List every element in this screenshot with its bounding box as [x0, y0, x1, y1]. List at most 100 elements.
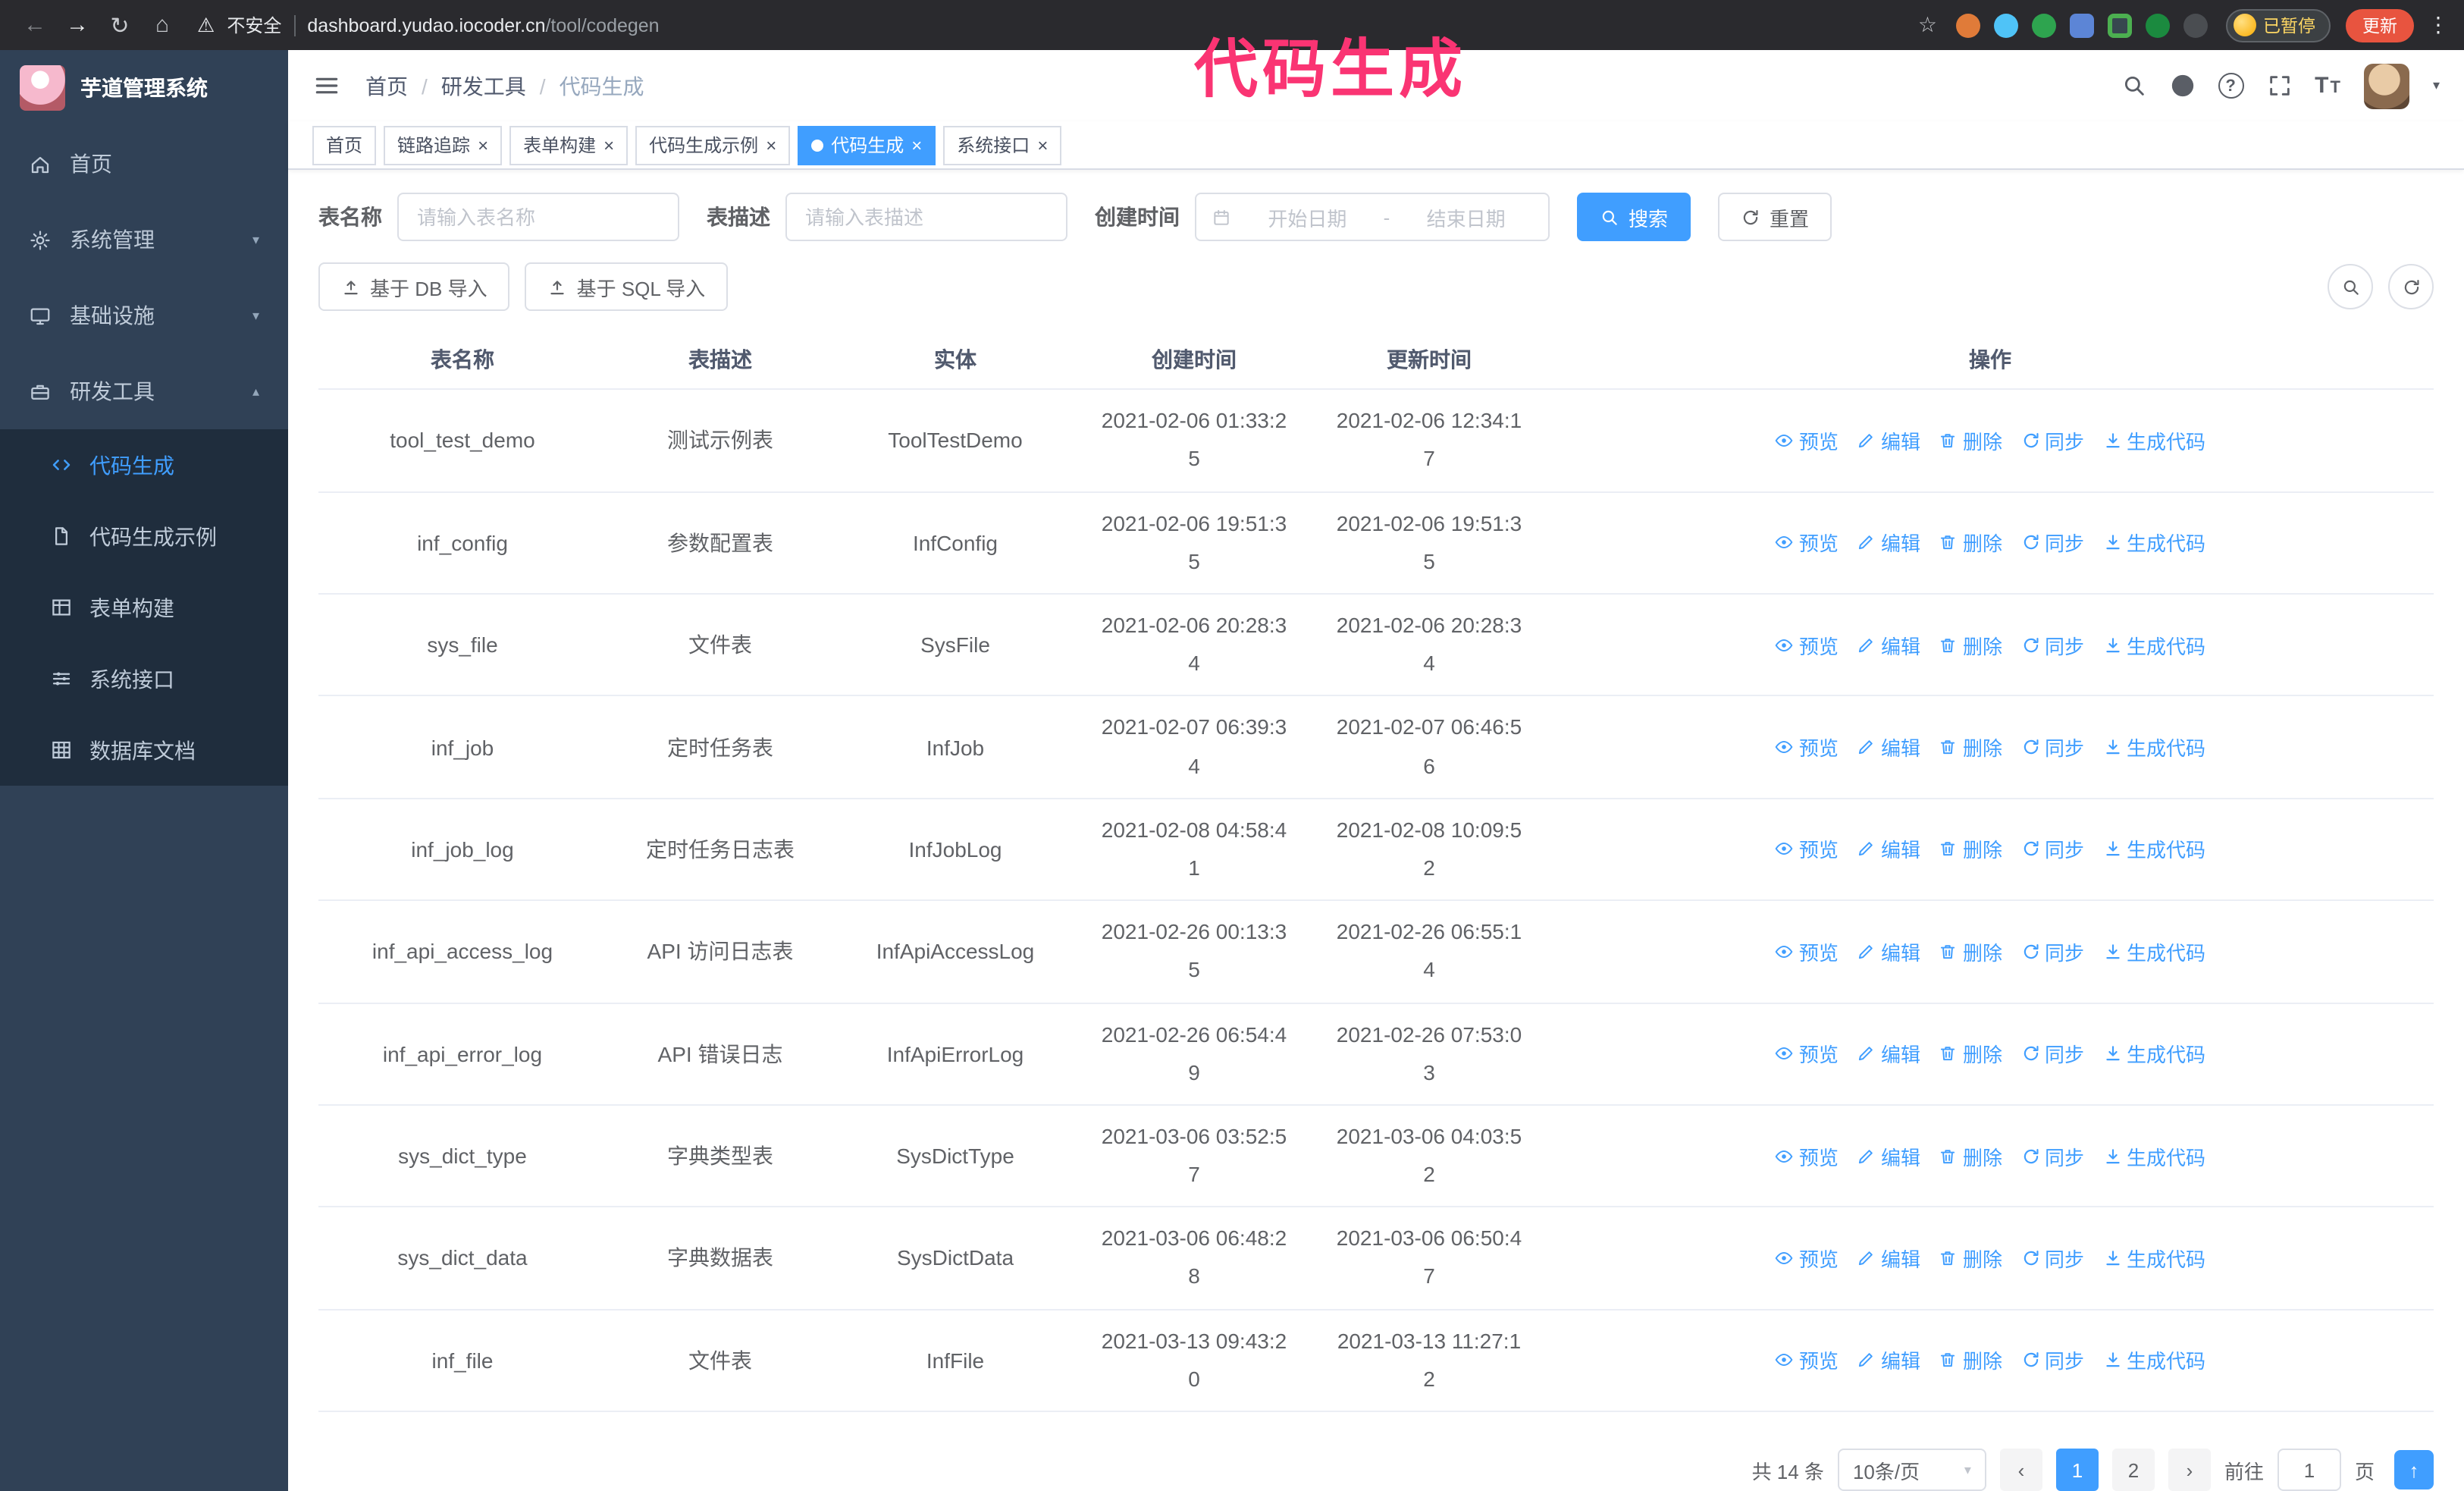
sidebar-item-devtools[interactable]: 研发工具 ▴	[0, 353, 288, 429]
preview-link[interactable]: 预览	[1775, 529, 1839, 557]
page-size-select[interactable]: 10条/页 ▾	[1837, 1449, 1986, 1491]
preview-link[interactable]: 预览	[1775, 1039, 1839, 1068]
extension-icon[interactable]	[1955, 13, 1980, 37]
forward-icon[interactable]: →	[58, 5, 97, 45]
extension-icon[interactable]	[2031, 13, 2055, 37]
close-icon[interactable]: ×	[603, 136, 614, 154]
sync-link[interactable]: 同步	[2020, 937, 2084, 966]
reload-icon[interactable]: ↻	[100, 5, 140, 45]
edit-link[interactable]: 编辑	[1857, 529, 1920, 557]
goto-page-input[interactable]	[2277, 1449, 2341, 1491]
import-db-button[interactable]: 基于 DB 导入	[318, 262, 510, 312]
delete-link[interactable]: 删除	[1939, 1244, 2002, 1273]
delete-link[interactable]: 删除	[1939, 1141, 2002, 1170]
preview-link[interactable]: 预览	[1775, 630, 1839, 659]
sidebar-item-db-doc[interactable]: 数据库文档	[0, 714, 288, 786]
back-icon[interactable]: ←	[15, 5, 55, 45]
address-bar[interactable]: ⚠ 不安全 dashboard.yudao.iocoder.cn/tool/co…	[197, 12, 1937, 38]
security-label[interactable]: 不安全	[227, 12, 281, 38]
sync-link[interactable]: 同步	[2020, 426, 2084, 455]
generate-code-link[interactable]: 生成代码	[2102, 733, 2205, 761]
date-range-picker[interactable]: 开始日期 - 结束日期	[1195, 193, 1550, 242]
edit-link[interactable]: 编辑	[1857, 733, 1920, 761]
generate-code-link[interactable]: 生成代码	[2102, 835, 2205, 864]
home-icon[interactable]: ⌂	[143, 5, 182, 45]
sync-link[interactable]: 同步	[2020, 1244, 2084, 1273]
preview-link[interactable]: 预览	[1775, 835, 1839, 864]
extension-icon[interactable]	[2069, 13, 2093, 37]
sidebar-item-codegen[interactable]: 代码生成	[0, 429, 288, 501]
generate-code-link[interactable]: 生成代码	[2102, 1244, 2205, 1273]
edit-link[interactable]: 编辑	[1857, 937, 1920, 966]
generate-code-link[interactable]: 生成代码	[2102, 630, 2205, 659]
extension-icon[interactable]	[2183, 13, 2207, 37]
edit-link[interactable]: 编辑	[1857, 835, 1920, 864]
font-size-icon[interactable]: TT	[2315, 73, 2342, 99]
sync-link[interactable]: 同步	[2020, 529, 2084, 557]
close-icon[interactable]: ×	[478, 136, 488, 154]
edit-link[interactable]: 编辑	[1857, 426, 1920, 455]
back-to-top-button[interactable]: ↑	[2394, 1450, 2434, 1489]
fullscreen-icon[interactable]	[2266, 73, 2292, 99]
page-button-2[interactable]: 2	[2111, 1449, 2155, 1491]
delete-link[interactable]: 删除	[1939, 937, 2002, 966]
hamburger-icon[interactable]	[312, 71, 341, 100]
sidebar-item-form-builder[interactable]: 表单构建	[0, 572, 288, 643]
delete-link[interactable]: 删除	[1939, 1039, 2002, 1068]
tab-tracing[interactable]: 链路追踪 ×	[384, 125, 503, 165]
next-page-button[interactable]: ›	[2168, 1449, 2211, 1491]
delete-link[interactable]: 删除	[1939, 835, 2002, 864]
help-icon[interactable]: ?	[2218, 73, 2244, 99]
sync-link[interactable]: 同步	[2020, 1141, 2084, 1170]
sync-link[interactable]: 同步	[2020, 733, 2084, 761]
refresh-table-button[interactable]	[2388, 264, 2434, 310]
sidebar-item-home[interactable]: 首页	[0, 126, 288, 202]
preview-link[interactable]: 预览	[1775, 1244, 1839, 1273]
generate-code-link[interactable]: 生成代码	[2102, 1039, 2205, 1068]
extension-icon[interactable]	[1993, 13, 2017, 37]
generate-code-link[interactable]: 生成代码	[2102, 1346, 2205, 1375]
close-icon[interactable]: ×	[911, 136, 922, 154]
user-avatar[interactable]	[2364, 63, 2410, 109]
sync-link[interactable]: 同步	[2020, 1039, 2084, 1068]
preview-link[interactable]: 预览	[1775, 937, 1839, 966]
preview-link[interactable]: 预览	[1775, 1346, 1839, 1375]
update-button[interactable]: 更新	[2346, 8, 2414, 42]
edit-link[interactable]: 编辑	[1857, 1346, 1920, 1375]
extension-icon[interactable]	[2145, 13, 2169, 37]
tab-home[interactable]: 首页	[312, 125, 377, 165]
search-button[interactable]: 搜索	[1577, 193, 1691, 242]
extension-icon[interactable]	[2107, 13, 2131, 37]
tab-system-api[interactable]: 系统接口 ×	[943, 125, 1062, 165]
sidebar-item-system-api[interactable]: 系统接口	[0, 643, 288, 714]
tab-codegen[interactable]: 代码生成 ×	[798, 125, 936, 165]
preview-link[interactable]: 预览	[1775, 1141, 1839, 1170]
caret-down-icon[interactable]: ▾	[2433, 77, 2440, 94]
close-icon[interactable]: ×	[1037, 136, 1048, 154]
delete-link[interactable]: 删除	[1939, 630, 2002, 659]
sidebar-item-system[interactable]: 系统管理 ▾	[0, 202, 288, 278]
edit-link[interactable]: 编辑	[1857, 1244, 1920, 1273]
github-icon[interactable]	[2169, 73, 2195, 99]
preview-link[interactable]: 预览	[1775, 733, 1839, 761]
table-name-input[interactable]	[397, 193, 679, 242]
sync-link[interactable]: 同步	[2020, 630, 2084, 659]
table-desc-input[interactable]	[785, 193, 1067, 242]
tab-codegen-example[interactable]: 代码生成示例 ×	[635, 125, 791, 165]
url-text[interactable]: dashboard.yudao.iocoder.cn/tool/codegen	[307, 14, 659, 36]
sidebar-item-codegen-example[interactable]: 代码生成示例	[0, 501, 288, 572]
generate-code-link[interactable]: 生成代码	[2102, 1141, 2205, 1170]
search-icon[interactable]	[2121, 73, 2146, 99]
browser-menu-icon[interactable]: ⋮	[2428, 12, 2449, 38]
sync-link[interactable]: 同步	[2020, 1346, 2084, 1375]
delete-link[interactable]: 删除	[1939, 426, 2002, 455]
breadcrumb-devtools[interactable]: 研发工具	[441, 71, 526, 101]
reset-button[interactable]: 重置	[1718, 193, 1832, 242]
edit-link[interactable]: 编辑	[1857, 1039, 1920, 1068]
prev-page-button[interactable]: ‹	[1999, 1449, 2042, 1491]
generate-code-link[interactable]: 生成代码	[2102, 426, 2205, 455]
delete-link[interactable]: 删除	[1939, 529, 2002, 557]
page-button-1[interactable]: 1	[2055, 1449, 2099, 1491]
delete-link[interactable]: 删除	[1939, 733, 2002, 761]
bookmark-star-icon[interactable]: ☆	[1918, 12, 1937, 38]
